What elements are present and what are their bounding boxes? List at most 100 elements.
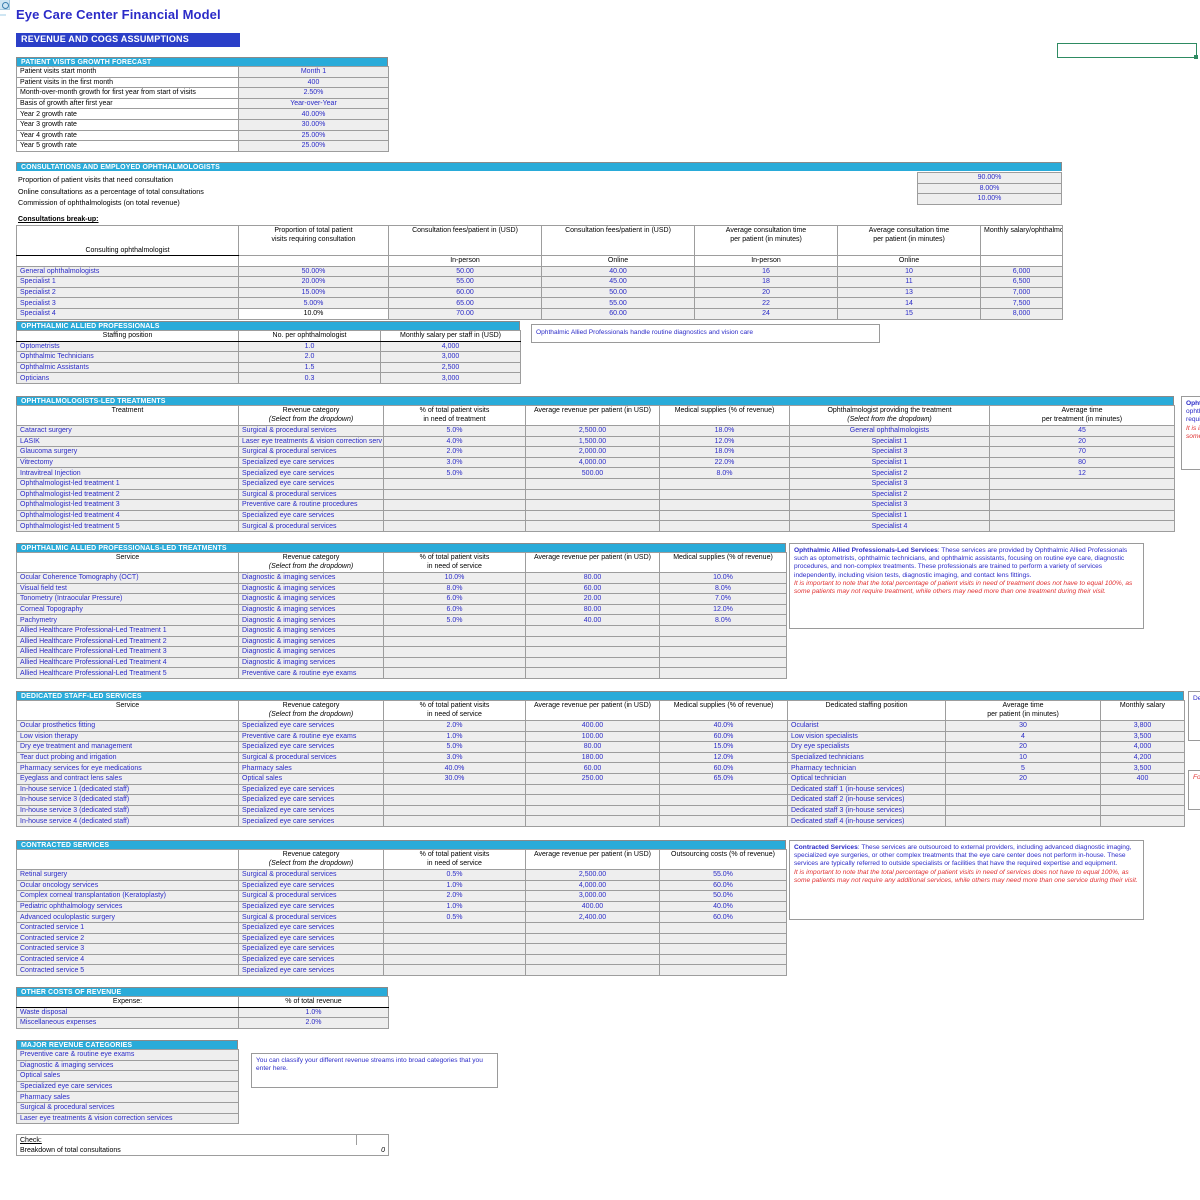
revenue-cell[interactable]: 2,000.00 [525, 446, 660, 458]
revenue-cell[interactable]: 2,500.00 [525, 425, 660, 437]
supplies-cell[interactable] [659, 667, 787, 679]
revenue-cell[interactable]: 100.00 [525, 730, 660, 743]
pct-cell[interactable]: 40.0% [383, 762, 526, 774]
revenue-category[interactable]: Specialized eye care services [238, 783, 384, 796]
proportion-cell[interactable]: 15.00% [238, 286, 389, 299]
revenue-cell[interactable]: 3,000.00 [525, 890, 660, 902]
fee-inperson-cell[interactable]: 65.00 [388, 297, 542, 309]
proportion-cell[interactable]: 50.00% [238, 265, 389, 278]
staff-salary[interactable]: 3,000 [380, 351, 521, 363]
pct-cell[interactable] [383, 520, 526, 532]
revenue-category[interactable]: Specialized eye care services [238, 477, 384, 490]
salary-cell[interactable] [1100, 794, 1185, 806]
fee-inperson-cell[interactable]: 50.00 [388, 265, 542, 278]
revenue-cell[interactable] [525, 815, 660, 827]
time-online-cell[interactable]: 15 [837, 307, 981, 320]
revenue-cell[interactable] [525, 520, 660, 532]
fee-online-cell[interactable]: 55.00 [541, 297, 695, 309]
service-name[interactable]: Dry eye treatment and management [16, 741, 239, 753]
service-name[interactable]: Allied Healthcare Professional-Led Treat… [16, 646, 239, 658]
pct-cell[interactable]: 10.0% [383, 572, 526, 584]
pct-cell[interactable]: 2.0% [383, 890, 526, 902]
revenue-cell[interactable]: 80.00 [525, 741, 660, 753]
pct-cell[interactable] [383, 667, 526, 679]
category-item[interactable]: Specialized eye care services [16, 1080, 239, 1093]
revenue-category[interactable]: Specialized eye care services [238, 456, 384, 469]
supplies-cell[interactable]: 7.0% [659, 593, 787, 605]
supplies-cell[interactable]: 8.0% [659, 582, 787, 595]
revenue-category[interactable]: Surgical & procedural services [238, 520, 384, 532]
service-name[interactable]: Contracted service 5 [16, 964, 239, 976]
revenue-cell[interactable]: 4,000.00 [525, 456, 660, 469]
outsourcing-cost-cell[interactable]: 40.0% [659, 900, 787, 913]
consultant-name[interactable]: Specialist 2 [16, 286, 239, 299]
pct-cell[interactable]: 8.0% [383, 582, 526, 595]
fee-online-cell[interactable]: 50.00 [541, 286, 695, 299]
row-value[interactable]: 2.50% [238, 87, 389, 99]
revenue-cell[interactable]: 60.00 [525, 582, 660, 595]
revenue-cell[interactable]: 500.00 [525, 467, 660, 479]
time-inperson-cell[interactable]: 24 [694, 307, 838, 320]
service-name[interactable]: In-house service 3 (dedicated staff) [16, 804, 239, 817]
treatment-name[interactable]: Glaucoma surgery [16, 446, 239, 458]
salary-cell[interactable] [1100, 783, 1185, 796]
pct-cell[interactable] [383, 964, 526, 976]
pct-cell[interactable]: 5.0% [383, 741, 526, 753]
pct-cell[interactable]: 0.5% [383, 869, 526, 881]
fee-online-cell[interactable]: 45.00 [541, 276, 695, 288]
time-cell[interactable] [989, 488, 1175, 501]
revenue-cell[interactable]: 80.00 [525, 603, 660, 616]
revenue-cell[interactable]: 2,500.00 [525, 869, 660, 881]
supplies-cell[interactable] [659, 488, 790, 501]
revenue-category[interactable]: Diagnostic & imaging services [238, 572, 384, 584]
service-name[interactable]: Low vision therapy [16, 730, 239, 743]
consultant-name[interactable]: Specialist 1 [16, 276, 239, 288]
position-cell[interactable]: Dedicated staff 1 (in-house services) [787, 783, 946, 796]
revenue-category[interactable]: Specialized eye care services [238, 943, 384, 955]
supplies-cell[interactable]: 8.0% [659, 614, 787, 626]
row-value[interactable]: 30.00% [238, 118, 389, 131]
revenue-cell[interactable] [525, 499, 660, 511]
revenue-category[interactable]: Diagnostic & imaging services [238, 635, 384, 648]
pct-cell[interactable]: 2.0% [383, 446, 526, 458]
staff-number[interactable]: 1.0 [238, 340, 381, 353]
provider-cell[interactable]: Specialist 3 [789, 446, 990, 458]
revenue-category[interactable]: Specialized eye care services [238, 794, 384, 806]
revenue-category[interactable]: Surgical & procedural services [238, 446, 384, 458]
position-cell[interactable]: Dedicated staff 3 (in-house services) [787, 804, 946, 817]
consultant-name[interactable]: Specialist 3 [16, 297, 239, 309]
supplies-cell[interactable]: 15.0% [659, 741, 788, 753]
revenue-cell[interactable] [525, 477, 660, 490]
service-name[interactable]: Tonometry (Intraocular Pressure) [16, 593, 239, 605]
position-cell[interactable]: Optical technician [787, 772, 946, 785]
supplies-cell[interactable] [659, 804, 788, 817]
expense-value[interactable]: 2.0% [238, 1017, 389, 1029]
revenue-cell[interactable] [525, 656, 660, 669]
service-name[interactable]: Corneal Topography [16, 603, 239, 616]
revenue-cell[interactable] [525, 667, 660, 679]
pct-cell[interactable] [383, 943, 526, 955]
salary-cell[interactable]: 8,000 [980, 307, 1063, 320]
fee-online-cell[interactable]: 40.00 [541, 265, 695, 278]
time-online-cell[interactable]: 13 [837, 286, 981, 299]
revenue-cell[interactable]: 400.00 [525, 900, 660, 913]
supplies-cell[interactable]: 18.0% [659, 446, 790, 458]
revenue-category[interactable]: Specialized eye care services [238, 804, 384, 817]
consultant-name[interactable]: Specialist 4 [16, 307, 239, 320]
staff-salary[interactable]: 4,000 [380, 340, 521, 353]
revenue-cell[interactable] [525, 932, 660, 945]
treatment-name[interactable]: LASIK [16, 435, 239, 448]
revenue-category[interactable]: Specialized eye care services [238, 900, 384, 913]
revenue-category[interactable]: Diagnostic & imaging services [238, 614, 384, 626]
revenue-cell[interactable]: 400.00 [525, 720, 660, 732]
service-name[interactable]: Eyeglass and contract lens sales [16, 772, 239, 785]
pct-cell[interactable] [383, 656, 526, 669]
pct-cell[interactable]: 1.0% [383, 900, 526, 913]
revenue-cell[interactable]: 40.00 [525, 614, 660, 626]
service-name[interactable]: Contracted service 3 [16, 943, 239, 955]
fee-inperson-cell[interactable]: 70.00 [388, 307, 542, 320]
salary-cell[interactable]: 3,800 [1100, 720, 1185, 732]
time-cell[interactable] [989, 509, 1175, 522]
revenue-category[interactable]: Surgical & procedural services [238, 911, 384, 923]
provider-cell[interactable]: Specialist 4 [789, 520, 990, 532]
